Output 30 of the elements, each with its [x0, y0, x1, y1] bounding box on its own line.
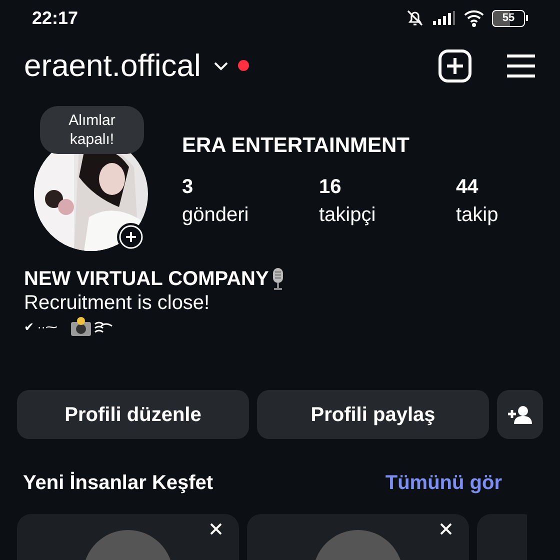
stat-value: 44 — [456, 175, 480, 200]
bio-title: NEW VIRTUAL COMPANY — [24, 267, 269, 292]
username: eraent.offical — [24, 50, 201, 82]
close-icon[interactable] — [209, 522, 223, 536]
profile-name: ERA ENTERTAINMENT — [182, 135, 410, 156]
note-bubble: Alımlar kapalı! — [40, 106, 144, 154]
menu-icon[interactable] — [506, 52, 536, 79]
add-person-icon — [507, 404, 533, 425]
stat-label[interactable]: takipçi — [319, 200, 456, 230]
plus-icon — [119, 225, 143, 250]
stat-value: 16 — [319, 175, 342, 200]
microphone-icon — [270, 267, 285, 292]
section-title: Yeni İnsanlar Keşfet — [23, 470, 214, 496]
signal-icon — [432, 10, 456, 26]
status-time: 22:17 — [32, 6, 78, 30]
bio-decoration: ✔ ··⁓ — [24, 319, 58, 336]
close-icon[interactable] — [439, 522, 453, 536]
profile-button[interactable]: Profili düzenle — [17, 390, 249, 440]
stat-label[interactable]: takip — [456, 200, 498, 230]
wifi-icon — [463, 9, 485, 28]
muted-bell-icon — [405, 8, 425, 28]
add-square-icon[interactable] — [438, 48, 472, 83]
bio-text: Recruitment is close! — [24, 291, 211, 316]
stat-label[interactable]: gönderi — [182, 200, 319, 230]
chevron-down-icon[interactable] — [212, 60, 229, 71]
stat-value: 3 — [182, 175, 194, 200]
profile-button[interactable]: Profili paylaş — [257, 390, 489, 440]
add-person-button[interactable] — [497, 390, 543, 440]
battery-icon: 55 — [492, 10, 525, 27]
see-all-link[interactable]: Tümünü gör — [385, 468, 502, 498]
